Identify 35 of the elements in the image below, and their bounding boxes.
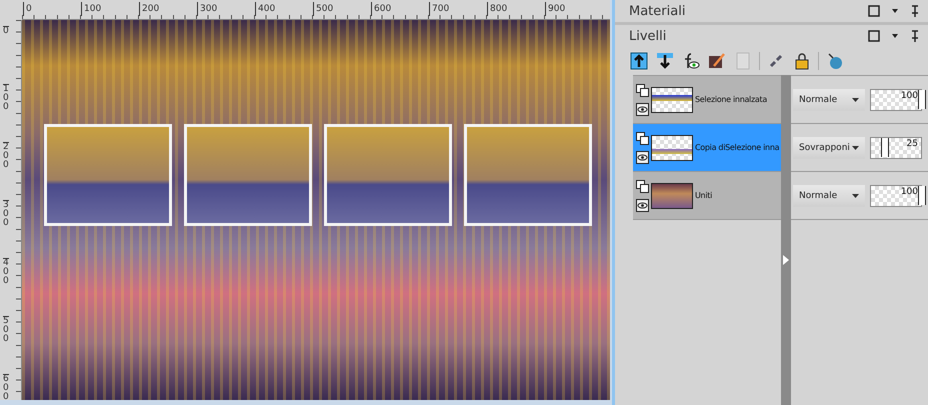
panel-title: Materiali [629,4,686,18]
panel-title: Livelli [629,28,668,44]
ruler-label: 500 [313,2,334,16]
blend-mode-dropdown[interactable]: Normale [793,88,865,110]
layers-icon[interactable] [636,132,649,144]
ruler-label: 400 [255,2,276,16]
caret-icon [852,194,859,198]
down-tool-icon[interactable] [655,51,675,71]
layer-name: Selezione innalzata [695,95,767,104]
visibility-eye-icon[interactable] [636,102,649,116]
layer-row[interactable]: Selezione innalzata [633,76,781,124]
visibility-eye-icon[interactable] [636,150,649,164]
layer-name: Uniti [695,191,712,200]
caret-icon [852,146,859,150]
ruler-label: 600 [371,2,392,16]
expand-arrow-icon[interactable] [783,255,789,265]
up-tool-icon[interactable] [629,51,649,71]
ruler-label: 300 [197,2,218,16]
ruler-label: 700 [429,2,450,16]
brush-tool-icon[interactable] [707,51,727,71]
layers-icon[interactable] [636,180,649,192]
ruler-label: 200 [139,2,160,16]
ruler-label: 900 [545,2,566,16]
blend-mode-dropdown[interactable]: Normale [793,184,865,206]
ruler-label: 800 [487,2,508,16]
blend-mode-dropdown[interactable]: Sovrapponi [793,136,865,158]
layer-name: Copia diSelezione inna [695,143,780,152]
visibility-eye-icon[interactable] [636,198,649,212]
ruler-label: 100 [81,2,102,16]
caret-icon [852,98,859,102]
layer-row[interactable]: Copia diSelezione inna [633,124,781,172]
opacity-slider[interactable]: 25 [870,136,922,158]
layers-icon[interactable] [636,84,649,96]
layer-row[interactable]: Uniti [633,172,781,220]
ruler-label: 0 [23,2,32,16]
